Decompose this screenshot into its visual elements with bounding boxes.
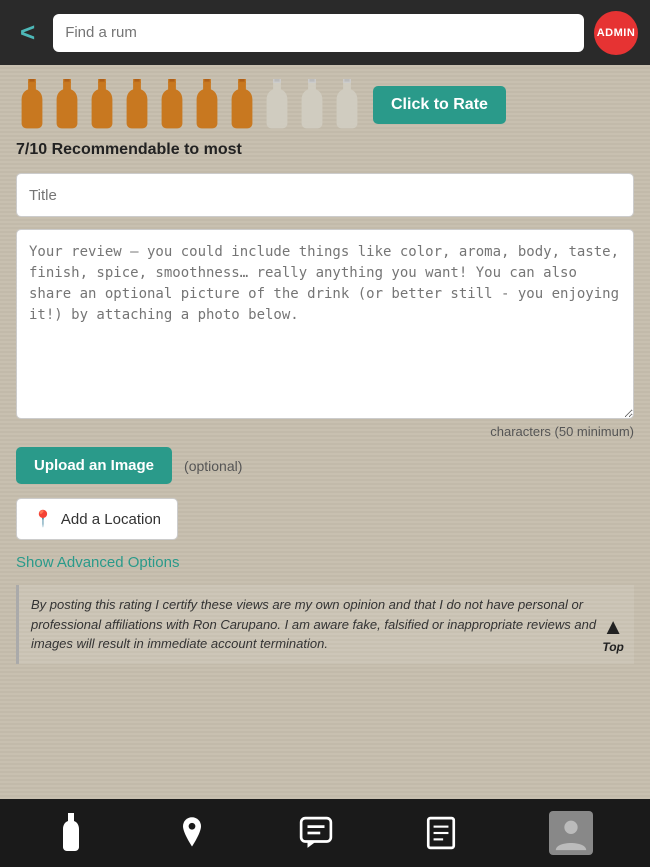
profile-avatar [549, 811, 593, 855]
review-textarea[interactable] [16, 229, 634, 419]
bottom-nav [0, 799, 650, 867]
rating-text: 7/10 Recommendable to most [16, 141, 634, 159]
bottle-2[interactable] [51, 79, 83, 131]
top-label: Top [602, 638, 624, 656]
bottle-1[interactable] [16, 79, 48, 131]
upload-row: Upload an Image (optional) [16, 447, 634, 484]
show-advanced-options-link[interactable]: Show Advanced Options [16, 554, 634, 571]
news-nav-icon [426, 816, 456, 850]
bottle-8[interactable] [261, 79, 293, 131]
bottle-6[interactable] [191, 79, 223, 131]
chars-count: characters (50 minimum) [16, 424, 634, 439]
bottles-container [16, 79, 363, 131]
bottle-5[interactable] [156, 79, 188, 131]
nav-chat[interactable] [283, 808, 349, 858]
bottle-3[interactable] [86, 79, 118, 131]
upload-image-button[interactable]: Upload an Image [16, 447, 172, 484]
bottle-10[interactable] [331, 79, 363, 131]
add-location-button[interactable]: 📍 Add a Location [16, 498, 178, 540]
disclaimer-content: By posting this rating I certify these v… [31, 597, 596, 651]
click-to-rate-button[interactable]: Click to Rate [373, 86, 506, 124]
nav-profile[interactable] [533, 803, 609, 863]
search-input[interactable] [53, 14, 584, 52]
bottle-7[interactable] [226, 79, 258, 131]
location-pin-icon: 📍 [33, 509, 53, 529]
avatar-icon [552, 814, 590, 852]
nav-bottle[interactable] [41, 805, 101, 861]
bottle-nav-icon [57, 813, 85, 853]
location-label: Add a Location [61, 511, 161, 528]
optional-label: (optional) [184, 458, 242, 474]
bottle-4[interactable] [121, 79, 153, 131]
top-bar: < ADMIN [0, 0, 650, 65]
chat-nav-icon [299, 816, 333, 850]
location-nav-icon [178, 815, 206, 851]
title-input[interactable] [16, 173, 634, 217]
bottle-9[interactable] [296, 79, 328, 131]
scroll-to-top-button[interactable]: ▲ Top [602, 616, 624, 656]
disclaimer-text: By posting this rating I certify these v… [16, 585, 634, 664]
rating-row: Click to Rate [16, 79, 634, 131]
back-button[interactable]: < [12, 13, 43, 52]
nav-location[interactable] [162, 807, 222, 859]
nav-news[interactable] [410, 808, 472, 858]
main-content: Click to Rate 7/10 Recommendable to most… [0, 65, 650, 799]
admin-badge: ADMIN [594, 11, 638, 55]
up-arrow-icon: ▲ [602, 616, 624, 638]
